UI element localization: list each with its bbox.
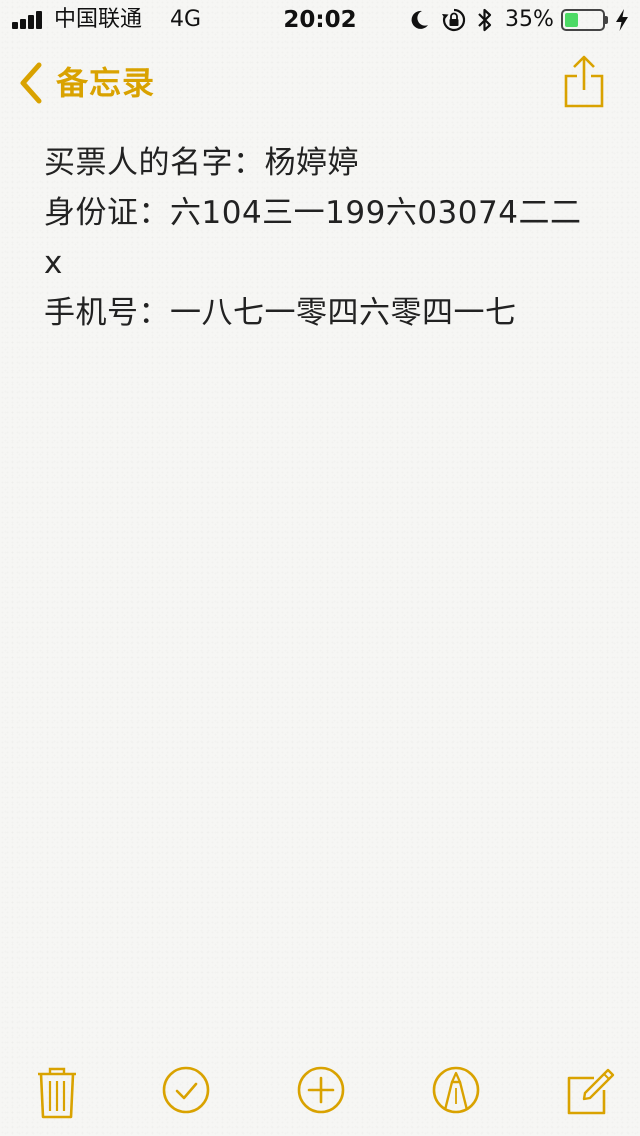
delete-button[interactable] (30, 1066, 84, 1120)
status-bar: 中国联通 4G 20:02 35% (0, 0, 640, 40)
add-icon (297, 1066, 345, 1114)
moon-icon (408, 7, 432, 33)
navigation-bar: 备忘录 (0, 40, 640, 128)
markup-icon (432, 1066, 480, 1114)
back-label: 备忘录 (56, 64, 156, 102)
battery-percent: 35% (505, 7, 554, 32)
battery-icon (561, 9, 605, 31)
note-line-phone-number: 手机号：一八七一零四六零四一七 (44, 295, 517, 331)
compose-button[interactable] (564, 1066, 618, 1120)
add-attachment-button[interactable] (294, 1066, 348, 1120)
battery-level-fill (565, 13, 578, 27)
trash-icon (38, 1067, 76, 1119)
share-icon (564, 55, 604, 108)
checklist-button[interactable] (159, 1066, 213, 1120)
battery-nub (605, 16, 608, 24)
bluetooth-icon (475, 7, 495, 33)
back-button[interactable]: 备忘录 (18, 60, 155, 106)
note-line-id-number: 身份证：六104三一199六03074二二x (44, 195, 582, 281)
bottom-toolbar (0, 1046, 640, 1136)
share-button[interactable] (562, 54, 606, 110)
compose-icon (567, 1068, 615, 1115)
note-line-buyer-name: 买票人的名字：杨婷婷 (44, 145, 359, 181)
chevron-left-icon (20, 62, 42, 104)
checklist-icon (162, 1066, 210, 1114)
rotation-lock-icon (440, 7, 468, 33)
markup-button[interactable] (429, 1066, 483, 1120)
charging-icon (614, 8, 630, 32)
note-body[interactable]: 买票人的名字：杨婷婷 身份证：六104三一199六03074二二x 手机号：一八… (44, 138, 584, 338)
